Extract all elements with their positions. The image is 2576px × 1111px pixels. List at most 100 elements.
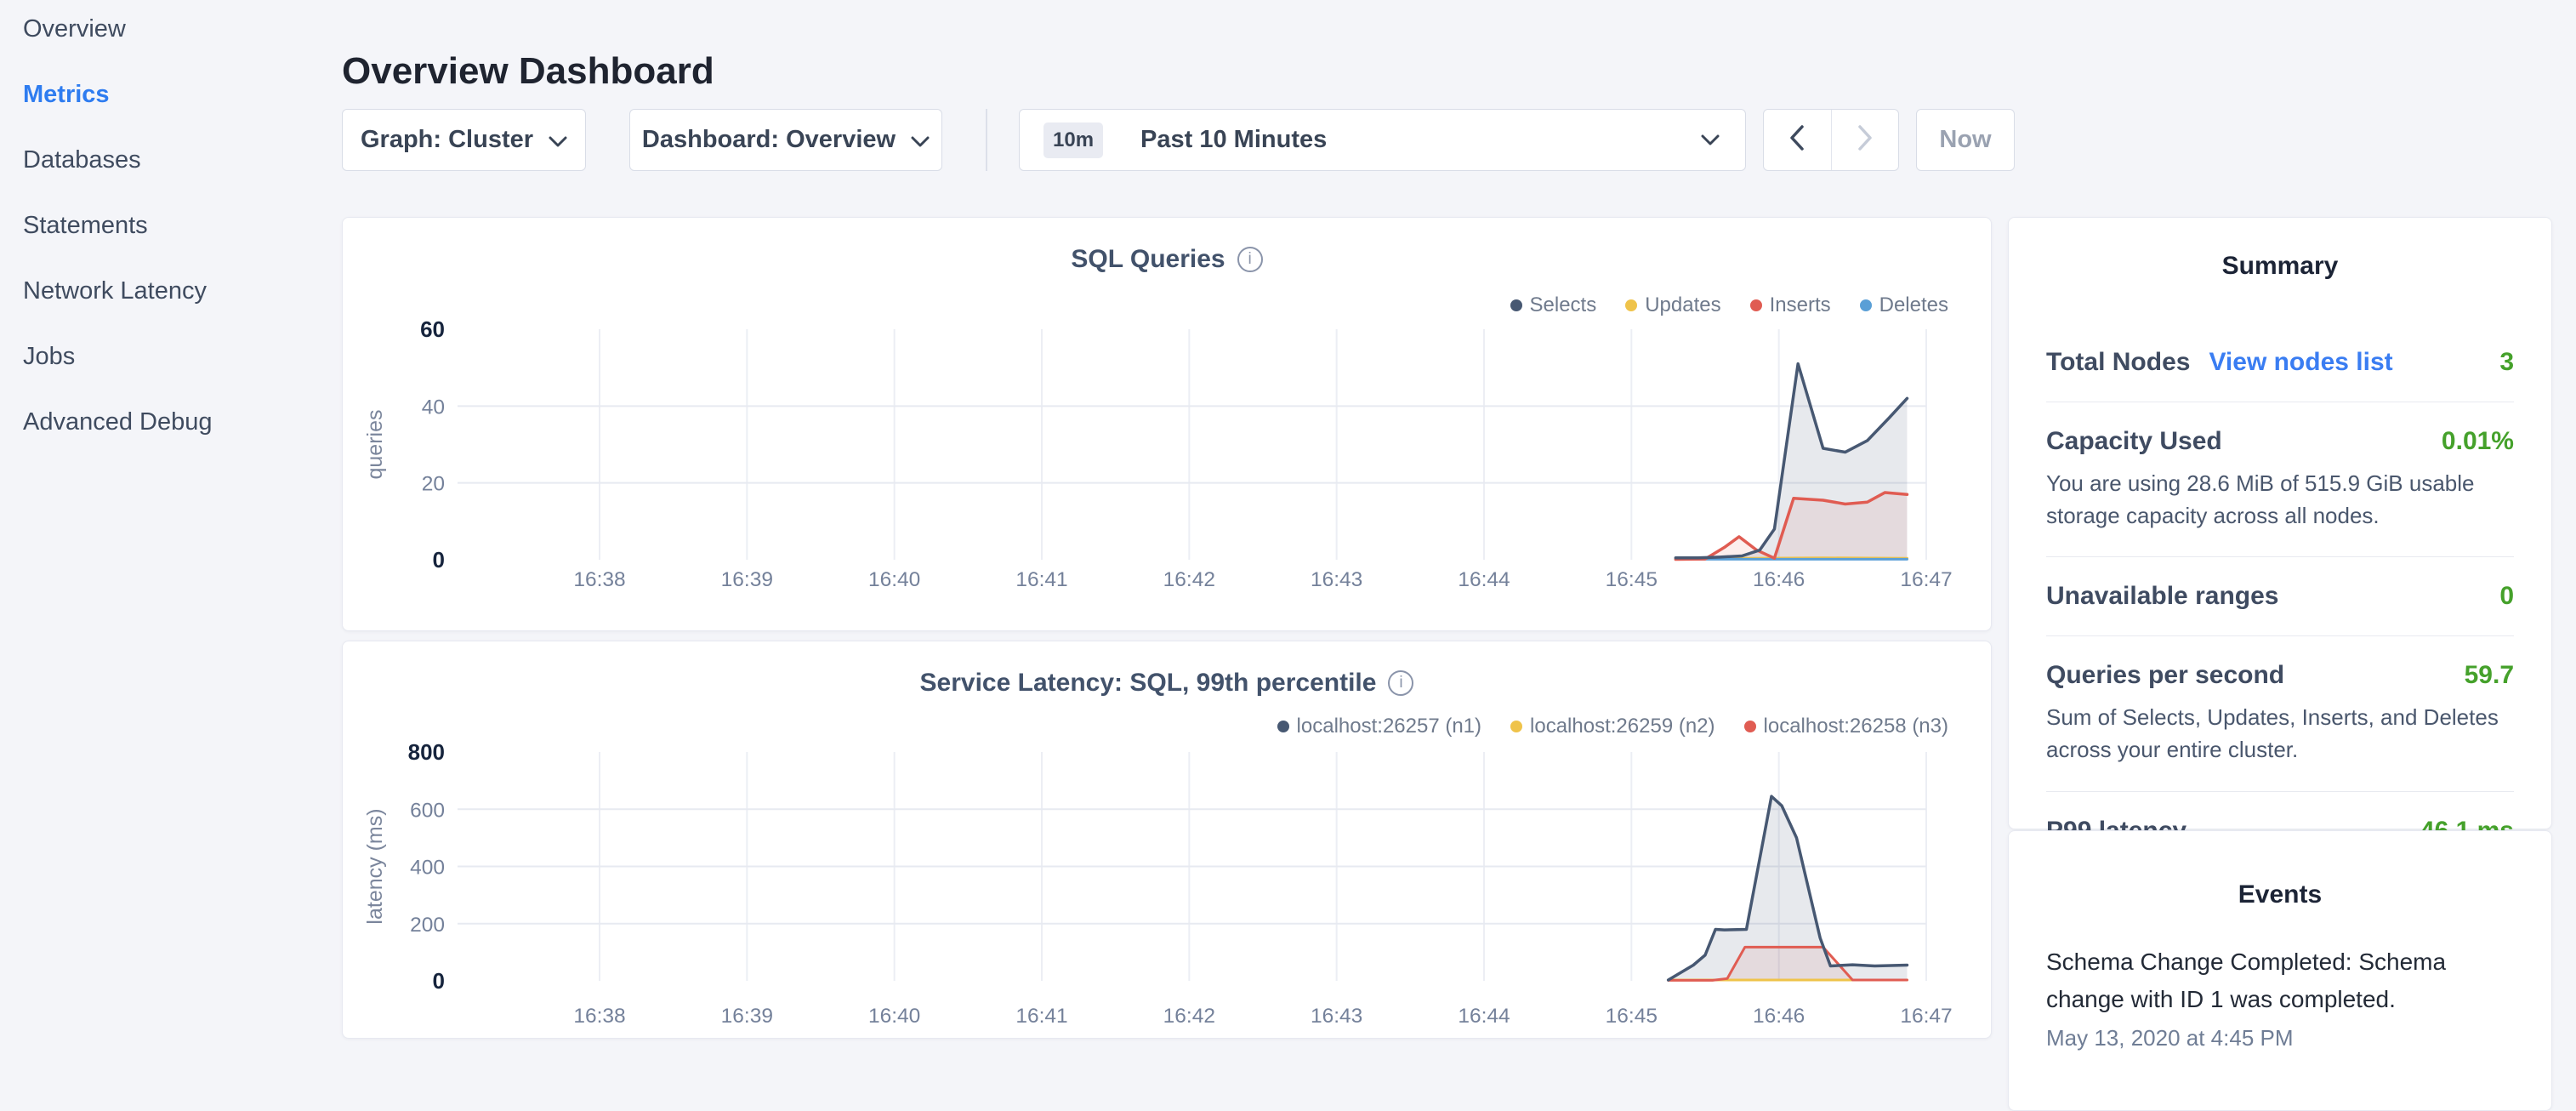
chart-title: SQL Queries [1071, 245, 1225, 274]
graph-scope-dropdown-label: Graph: Cluster [361, 126, 533, 154]
sidebar-item-statements[interactable]: Statements [23, 212, 213, 240]
legend-label: Selects [1530, 293, 1597, 317]
svg-text:16:41: 16:41 [1015, 1005, 1067, 1028]
event-item[interactable]: Schema Change Completed: Schema change w… [2046, 943, 2514, 1051]
svg-text:queries: queries [363, 410, 387, 480]
graph-scope-dropdown[interactable]: Graph: Cluster [342, 109, 586, 171]
sidebar-item-jobs[interactable]: Jobs [23, 343, 213, 371]
svg-text:16:38: 16:38 [573, 1005, 625, 1028]
events-title: Events [2046, 831, 2514, 909]
svg-text:60: 60 [420, 316, 445, 342]
sql-queries-chart-card: SQL Queries i Selects Updates Inserts Delet… [342, 217, 1992, 631]
summary-row-label: Unavailable ranges [2046, 582, 2278, 611]
toolbar-divider [986, 109, 987, 171]
chevron-down-icon [549, 126, 567, 154]
svg-text:0: 0 [433, 547, 445, 573]
svg-text:20: 20 [422, 473, 445, 496]
svg-text:16:43: 16:43 [1311, 568, 1362, 591]
legend-item-deletes: Deletes [1860, 293, 1948, 317]
service-latency-chart-card: Service Latency: SQL, 99th percentile i … [342, 641, 1992, 1039]
dashboard-dropdown-label: Dashboard: Overview [642, 126, 896, 154]
dashboard-dropdown[interactable]: Dashboard: Overview [629, 109, 942, 171]
legend-dot-icon [1744, 721, 1756, 732]
svg-text:16:39: 16:39 [721, 568, 773, 591]
time-range-dropdown[interactable]: 10m Past 10 Minutes [1019, 109, 1746, 171]
info-icon[interactable]: i [1388, 670, 1413, 696]
svg-text:latency (ms): latency (ms) [363, 808, 387, 924]
svg-text:200: 200 [410, 914, 445, 937]
event-text: Schema Change Completed: Schema change w… [2046, 943, 2514, 1018]
legend-dot-icon [1750, 299, 1762, 311]
legend-item-inserts: Inserts [1750, 293, 1831, 317]
legend-dot-icon [1625, 299, 1637, 311]
chart-legend: Selects Updates Inserts Deletes [1510, 293, 1949, 317]
sidebar-item-metrics[interactable]: Metrics [23, 81, 213, 109]
sidebar: Overview Metrics Databases Statements Networ… [23, 15, 213, 436]
time-range-label: Past 10 Minutes [1140, 126, 1327, 154]
svg-text:600: 600 [410, 799, 445, 822]
sql-queries-plot: 16:3816:3916:4016:4116:4216:4316:4416:45… [343, 218, 1993, 632]
legend-item-localhost-26257-n1: localhost:26257 (n1) [1277, 715, 1481, 738]
svg-text:16:45: 16:45 [1606, 568, 1658, 591]
info-icon[interactable]: i [1237, 247, 1263, 272]
legend-item-localhost-26258-n3: localhost:26258 (n3) [1744, 715, 1948, 738]
svg-text:16:42: 16:42 [1163, 1005, 1215, 1028]
legend-label: Deletes [1879, 293, 1948, 317]
legend-label: Inserts [1770, 293, 1831, 317]
legend-label: localhost:26259 (n2) [1530, 715, 1714, 738]
page-title: Overview Dashboard [342, 50, 714, 93]
svg-text:16:44: 16:44 [1458, 1005, 1510, 1028]
time-range-stepper [1763, 109, 1899, 171]
summary-row-note: You are using 28.6 MiB of 515.9 GiB usab… [2046, 468, 2514, 532]
svg-text:16:43: 16:43 [1311, 1005, 1362, 1028]
summary-row-total-nodes: Total NodesView nodes list3 [2046, 323, 2514, 402]
svg-text:16:38: 16:38 [573, 568, 625, 591]
chart-legend: localhost:26257 (n1) localhost:26259 (n2)… [1277, 715, 1948, 738]
sidebar-item-network-latency[interactable]: Network Latency [23, 277, 213, 305]
legend-dot-icon [1510, 721, 1522, 732]
service-latency-plot: 16:3816:3916:4016:4116:4216:4316:4416:45… [343, 641, 1993, 1040]
legend-label: localhost:26258 (n3) [1764, 715, 1948, 738]
svg-text:16:44: 16:44 [1458, 568, 1510, 591]
chart-title: Service Latency: SQL, 99th percentile [920, 669, 1377, 698]
chevron-down-icon [911, 126, 930, 154]
svg-text:16:40: 16:40 [868, 1005, 920, 1028]
legend-dot-icon [1860, 299, 1872, 311]
next-time-range-button[interactable] [1831, 110, 1899, 170]
svg-text:0: 0 [433, 968, 445, 994]
time-range-badge: 10m [1043, 122, 1103, 158]
legend-item-localhost-26259-n2: localhost:26259 (n2) [1510, 715, 1714, 738]
svg-text:16:40: 16:40 [868, 568, 920, 591]
summary-row-value: 0 [2499, 582, 2514, 611]
legend-label: localhost:26257 (n1) [1297, 715, 1481, 738]
sidebar-item-advanced-debug[interactable]: Advanced Debug [23, 408, 213, 436]
legend-dot-icon [1510, 299, 1522, 311]
summary-row-queries-per-second: Queries per second 59.7 Sum of Selects, Up… [2046, 636, 2514, 791]
sidebar-item-overview[interactable]: Overview [23, 15, 213, 43]
events-list: Schema Change Completed: Schema change w… [2046, 943, 2514, 1051]
svg-text:16:42: 16:42 [1163, 568, 1215, 591]
previous-time-range-button[interactable] [1764, 110, 1831, 170]
summary-row-note: Sum of Selects, Updates, Inserts, and De… [2046, 702, 2514, 766]
summary-row-value: 59.7 [2465, 661, 2514, 690]
summary-row-label: Capacity Used [2046, 427, 2222, 456]
svg-text:16:47: 16:47 [1900, 568, 1952, 591]
now-button[interactable]: Now [1916, 109, 2015, 171]
chevron-right-icon [1857, 124, 1873, 156]
chevron-left-icon [1789, 124, 1805, 156]
svg-text:16:45: 16:45 [1606, 1005, 1658, 1028]
svg-text:16:47: 16:47 [1900, 1005, 1952, 1028]
svg-text:16:46: 16:46 [1753, 1005, 1805, 1028]
legend-dot-icon [1277, 721, 1289, 732]
legend-item-updates: Updates [1625, 293, 1720, 317]
view-nodes-list-link[interactable]: View nodes list [2209, 348, 2392, 377]
svg-text:16:46: 16:46 [1753, 568, 1805, 591]
events-panel: Events Schema Change Completed: Schema c… [2008, 830, 2552, 1111]
svg-text:40: 40 [422, 396, 445, 419]
summary-row-label: Queries per second [2046, 661, 2284, 690]
summary-title: Summary [2046, 218, 2514, 281]
summary-row-unavailable-ranges: Unavailable ranges 0 [2046, 557, 2514, 636]
summary-panel: Summary Total NodesView nodes list3 Capac… [2008, 217, 2552, 829]
legend-label: Updates [1645, 293, 1720, 317]
sidebar-item-databases[interactable]: Databases [23, 146, 213, 174]
